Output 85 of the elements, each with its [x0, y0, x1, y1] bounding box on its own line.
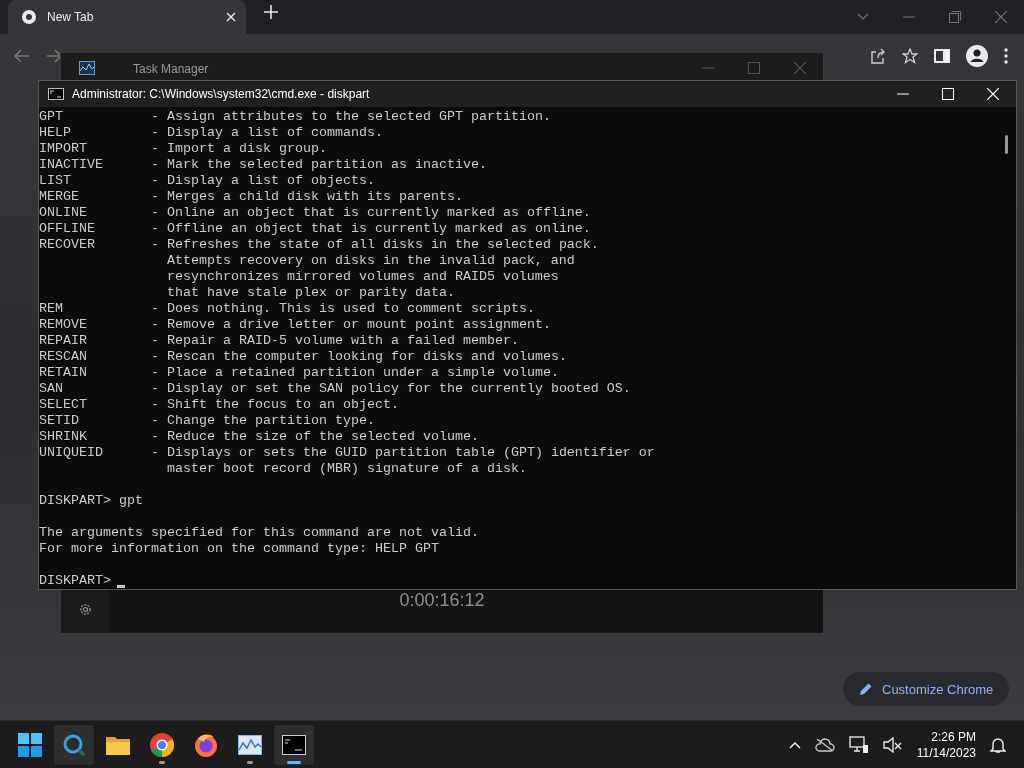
- tab-favicon-icon: [21, 9, 37, 25]
- command-description: resynchronizes mirrored volumes and RAID5 volumes: [165, 269, 559, 285]
- command-description: master boot record (MBR) signature of a disk.: [165, 461, 527, 477]
- window-title: Administrator: C:\Windows\system32\cmd.exe - diskpart: [72, 87, 370, 101]
- terminal-prompt: DISKPART>: [39, 573, 111, 589]
- search-icon: [62, 732, 86, 757]
- chart-window-icon: [79, 61, 95, 75]
- typed-command: gpt: [118, 493, 143, 509]
- command-description: Attempts recovery on disks in the invalid pack, and: [165, 253, 575, 269]
- command-description: - Display or set the SAN policy for the currently booted OS.: [150, 381, 631, 397]
- text-cursor: [117, 585, 126, 588]
- side-panel-icon[interactable]: [934, 48, 950, 64]
- taskbar-button[interactable]: [54, 724, 94, 765]
- command-description: - Assign attributes to the selected GPT partition.: [150, 109, 551, 125]
- command-name: INACTIVE: [39, 157, 104, 173]
- share-icon[interactable]: [870, 48, 886, 64]
- command-description: - Repair a RAID-5 volume with a failed member.: [150, 333, 519, 349]
- restore-icon[interactable]: [949, 11, 961, 23]
- command-name: SHRINK: [39, 429, 88, 445]
- terminal-icon: [282, 734, 306, 755]
- command-name: RESCAN: [39, 349, 88, 365]
- command-name: REMOVE: [39, 317, 88, 333]
- command-description: that have stale plex or parity data.: [165, 285, 455, 301]
- star-icon[interactable]: [902, 48, 918, 64]
- taskbar-button[interactable]: [274, 724, 314, 765]
- command-description: - Import a disk group.: [150, 141, 327, 157]
- command-description: - Offline an object that is currently marked as online.: [150, 221, 591, 237]
- command-name: IMPORT: [39, 141, 88, 157]
- menu-icon[interactable]: [1004, 48, 1008, 64]
- command-name: HELP: [39, 125, 72, 141]
- chevron-down-icon[interactable]: [857, 13, 869, 21]
- output-text: For more information on the command type: HELP GPT: [39, 541, 439, 557]
- tricolor-circle-icon: [150, 732, 174, 757]
- command-name: RECOVER: [39, 237, 96, 254]
- command-name: LIST: [39, 173, 72, 189]
- chart-window-icon: [238, 734, 262, 755]
- command-name: MERGE: [39, 189, 80, 205]
- command-name: SETID: [39, 413, 80, 429]
- command-description: - Display a list of objects.: [150, 173, 375, 189]
- output-text: The arguments specified for this command are not valid.: [39, 525, 479, 541]
- settings-icon[interactable]: [77, 602, 93, 617]
- command-name: SAN: [39, 381, 64, 397]
- volume-muted-icon[interactable]: [882, 736, 903, 753]
- plus-icon[interactable]: [264, 5, 278, 19]
- network-icon[interactable]: [848, 735, 869, 754]
- chevron-up-icon[interactable]: [788, 740, 801, 749]
- browser-tab[interactable]: New Tab: [8, 0, 246, 34]
- terminal-prompt: DISKPART>: [39, 493, 111, 509]
- command-description: - Refreshes the state of all disks in the selected pack.: [150, 237, 599, 253]
- command-name: UNIQUEID: [39, 445, 104, 462]
- command-name: SELECT: [39, 397, 88, 413]
- uptime-timer: 0:00:16:12: [399, 590, 485, 611]
- customize-button[interactable]: Customize Chrome: [843, 672, 1010, 706]
- command-name: REPAIR: [39, 333, 88, 349]
- command-description: - Displays or sets the GUID partition table (GPT) identifier or: [150, 445, 655, 461]
- command-name: REM: [39, 301, 64, 317]
- command-description: - Display a list of commands.: [150, 125, 383, 141]
- cloud-off-icon[interactable]: [814, 737, 835, 752]
- command-description: - Change the partition type.: [150, 413, 375, 429]
- pencil-icon: [859, 682, 873, 696]
- clock-time[interactable]: 2:26 PM: [931, 728, 976, 745]
- back-icon[interactable]: [14, 49, 30, 63]
- command-name: OFFLINE: [39, 221, 96, 237]
- profile-icon[interactable]: [966, 45, 988, 67]
- forward-icon[interactable]: [46, 49, 62, 63]
- command-description: - Place a retained partition under a simple volume.: [150, 365, 559, 381]
- command-name: ONLINE: [39, 205, 88, 221]
- folder-icon: [106, 734, 130, 755]
- command-name: RETAIN: [39, 365, 88, 381]
- clock-date[interactable]: 11/14/2023: [916, 744, 976, 761]
- window-title: Task Manager: [133, 62, 209, 76]
- command-description: - Shift the focus to an object.: [150, 397, 399, 413]
- scrollbar-thumb[interactable]: [1005, 135, 1008, 154]
- terminal-icon: [48, 88, 64, 100]
- command-description: - Online an object that is currently marked as offline.: [150, 205, 591, 221]
- command-description: - Rescan the computer looking for disks and volumes.: [150, 349, 567, 365]
- windows-logo-icon: [18, 732, 42, 757]
- bell-icon[interactable]: [990, 735, 1006, 754]
- fox-globe-icon: [194, 732, 218, 757]
- command-description: - Does nothing. This is used to comment scripts.: [150, 301, 535, 317]
- command-description: - Remove a drive letter or mount point assignment.: [150, 317, 551, 333]
- command-name: GPT: [39, 109, 64, 125]
- command-description: - Merges a child disk with its parents.: [150, 189, 463, 205]
- command-description: - Reduce the size of the selected volume.: [150, 429, 479, 445]
- command-description: - Mark the selected partition as inactive.: [150, 157, 487, 173]
